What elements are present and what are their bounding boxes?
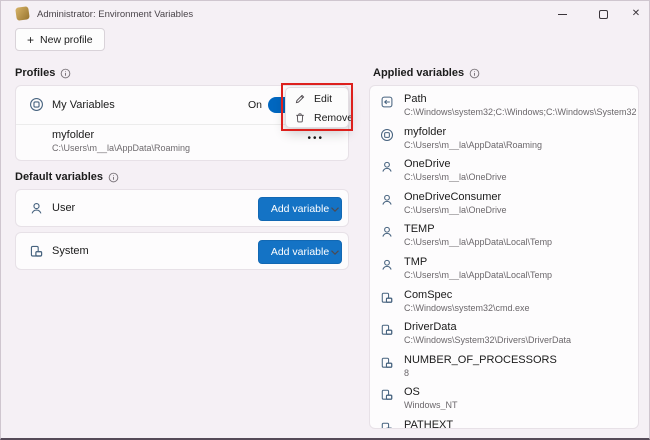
applied-variable-value: C:\Users\m__la\AppData\Local\Temp bbox=[404, 237, 636, 247]
applied-variable-row: OS Windows_NT bbox=[370, 385, 638, 418]
system-card-label: System bbox=[52, 245, 89, 257]
window-title: Administrator: Environment Variables bbox=[37, 9, 193, 20]
applied-variable-value: C:\Windows\system32\cmd.exe bbox=[404, 303, 636, 313]
profile-name: My Variables bbox=[52, 99, 115, 111]
applied-variable-name: ComSpec bbox=[404, 289, 452, 301]
more-button[interactable]: ••• bbox=[307, 133, 324, 144]
applied-variables-heading: Applied variables bbox=[373, 67, 480, 79]
variable-name: myfolder bbox=[52, 129, 94, 141]
info-icon[interactable] bbox=[60, 68, 71, 79]
applied-variable-row: NUMBER_OF_PROCESSORS 8 bbox=[370, 353, 638, 386]
toggle-label: On bbox=[248, 99, 262, 111]
system-icon bbox=[380, 291, 394, 305]
app-icon bbox=[15, 6, 30, 21]
context-menu-item-label: Edit bbox=[314, 93, 332, 105]
system-variables-card: System Add variable bbox=[15, 232, 349, 270]
context-menu-item[interactable]: Remove bbox=[286, 108, 348, 127]
system-icon bbox=[380, 388, 394, 402]
applied-variable-name: TEMP bbox=[404, 223, 435, 235]
applied-variable-value: C:\Users\m__la\OneDrive bbox=[404, 172, 636, 182]
applied-variable-value: C:\Users\m__la\AppData\Local\Temp bbox=[404, 270, 636, 280]
info-icon[interactable] bbox=[108, 172, 119, 183]
applied-variable-row: DriverData C:\Windows\System32\Drivers\D… bbox=[370, 320, 638, 353]
user-icon bbox=[380, 225, 394, 239]
applied-variable-value: C:\Windows\System32\Drivers\DriverData bbox=[404, 335, 636, 345]
applied-variables-card: Path C:\Windows\system32;C:\Windows;C:\W… bbox=[369, 85, 639, 429]
applied-variable-row: myfolder C:\Users\m__la\AppData\Roaming bbox=[370, 125, 638, 158]
minimize-icon bbox=[558, 14, 567, 15]
default-variables-heading: Default variables bbox=[15, 171, 119, 183]
maximize-icon bbox=[599, 10, 608, 19]
applied-variable-row: TMP C:\Users\m__la\AppData\Local\Temp bbox=[370, 255, 638, 288]
applied-variable-row: TEMP C:\Users\m__la\AppData\Local\Temp bbox=[370, 222, 638, 255]
context-menu: Edit Remove bbox=[285, 87, 349, 128]
close-icon: ✕ bbox=[632, 9, 640, 19]
context-menu-item[interactable]: Edit bbox=[286, 89, 348, 108]
chevron-down-icon[interactable] bbox=[328, 202, 342, 216]
applied-variable-value: C:\Users\m__la\OneDrive bbox=[404, 205, 636, 215]
environment-variables-window: Administrator: Environment Variables ✕ +… bbox=[0, 0, 650, 440]
applied-variable-name: NUMBER_OF_PROCESSORS bbox=[404, 354, 557, 366]
applied-variable-name: TMP bbox=[404, 256, 427, 268]
applied-variables-heading-label: Applied variables bbox=[373, 67, 464, 79]
pencil-icon bbox=[294, 93, 306, 105]
profile-variable-row: myfolder C:\Users\m__la\AppData\Roaming … bbox=[16, 125, 348, 162]
applied-variable-row: OneDrive C:\Users\m__la\OneDrive bbox=[370, 157, 638, 190]
user-variables-card: User Add variable bbox=[15, 189, 349, 227]
applied-variable-value: C:\Windows\system32;C:\Windows;C:\Window… bbox=[404, 107, 636, 117]
applied-variable-row: OneDriveConsumer C:\Users\m__la\OneDrive bbox=[370, 190, 638, 223]
user-icon bbox=[380, 160, 394, 174]
user-icon bbox=[380, 193, 394, 207]
close-button[interactable]: ✕ bbox=[619, 3, 650, 25]
applied-variable-name: OneDriveConsumer bbox=[404, 191, 501, 203]
applied-variable-value: Windows_NT bbox=[404, 400, 636, 410]
info-icon[interactable] bbox=[469, 68, 480, 79]
applied-variable-name: Path bbox=[404, 93, 427, 105]
new-profile-button[interactable]: + New profile bbox=[15, 28, 105, 51]
applied-variable-row: ComSpec C:\Windows\system32\cmd.exe bbox=[370, 288, 638, 321]
titlebar: Administrator: Environment Variables ✕ bbox=[1, 1, 649, 27]
new-profile-label: New profile bbox=[40, 34, 93, 46]
applied-variable-row: PATHEXT bbox=[370, 418, 638, 429]
profiles-heading-label: Profiles bbox=[15, 67, 55, 79]
system-icon bbox=[380, 356, 394, 370]
user-icon bbox=[29, 201, 44, 216]
profiles-heading: Profiles bbox=[15, 67, 71, 79]
applied-variable-row: Path C:\Windows\system32;C:\Windows;C:\W… bbox=[370, 92, 638, 125]
system-icon bbox=[380, 323, 394, 337]
system-icon bbox=[29, 244, 44, 259]
applied-variable-name: OS bbox=[404, 386, 420, 398]
trash-icon bbox=[294, 112, 306, 124]
profile-icon bbox=[29, 97, 44, 112]
maximize-button[interactable] bbox=[586, 3, 620, 25]
applied-variable-value: C:\Users\m__la\AppData\Roaming bbox=[404, 140, 636, 150]
user-icon bbox=[380, 258, 394, 272]
applied-variable-name: myfolder bbox=[404, 126, 446, 138]
applied-variable-name: PATHEXT bbox=[404, 419, 453, 429]
profile-icon bbox=[380, 128, 394, 142]
applied-variable-name: DriverData bbox=[404, 321, 457, 333]
chevron-down-icon[interactable] bbox=[328, 245, 342, 259]
applied-variable-value: 8 bbox=[404, 368, 636, 378]
context-menu-item-label: Remove bbox=[314, 112, 353, 124]
variable-path: C:\Users\m__la\AppData\Roaming bbox=[52, 143, 190, 153]
applied-variable-name: OneDrive bbox=[404, 158, 450, 170]
default-variables-heading-label: Default variables bbox=[15, 171, 103, 183]
plus-icon: + bbox=[27, 34, 34, 46]
path-icon bbox=[380, 95, 394, 109]
minimize-button[interactable] bbox=[545, 3, 579, 25]
user-card-label: User bbox=[52, 202, 75, 214]
system-icon bbox=[380, 421, 394, 429]
